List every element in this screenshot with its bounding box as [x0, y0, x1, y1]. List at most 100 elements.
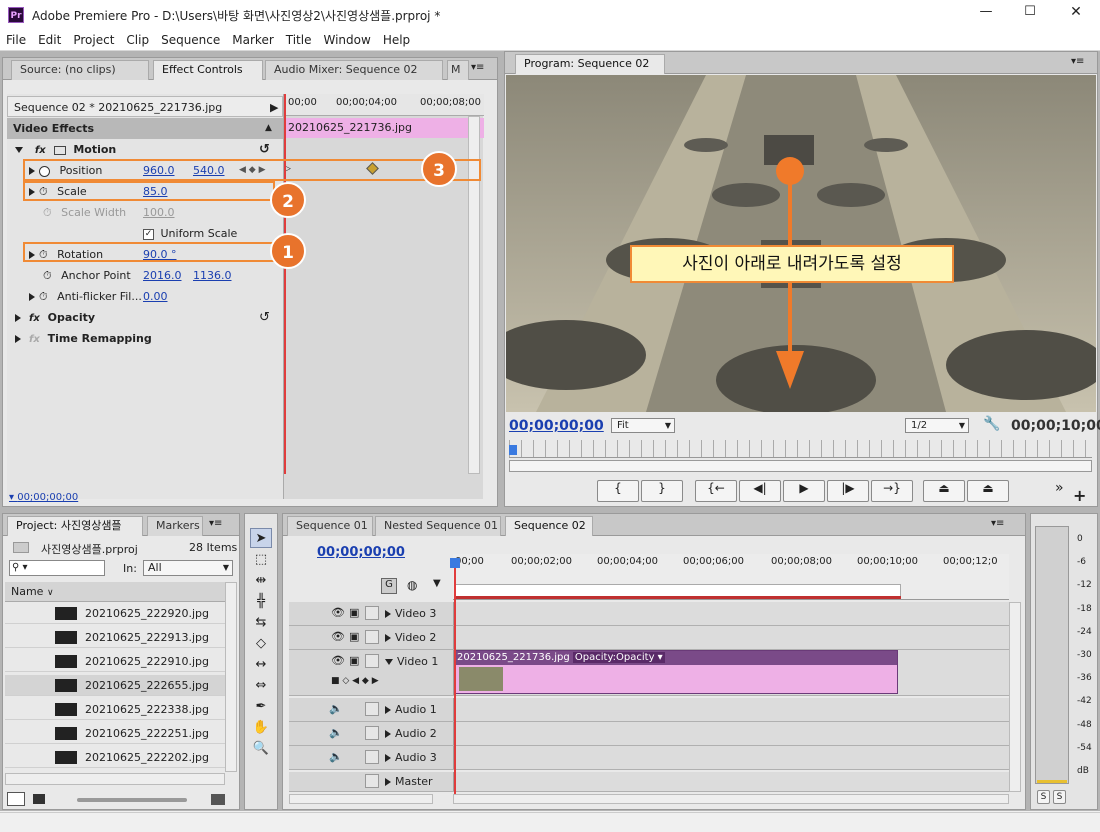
project-vscroll[interactable]	[225, 582, 237, 772]
ec-clip-bar[interactable]: 20210625_221736.jpg	[284, 118, 484, 138]
lock-box[interactable]	[365, 774, 379, 788]
lock-box[interactable]	[365, 726, 379, 740]
anchor-x-value[interactable]: 2016.0	[143, 265, 182, 286]
opacity-row[interactable]: fx Opacity ↺	[7, 307, 283, 328]
play-only-icon[interactable]: ▶	[270, 97, 278, 118]
wrench-icon[interactable]: 🔧	[983, 416, 1000, 432]
lock-box[interactable]	[365, 654, 379, 668]
program-zoom-bar[interactable]	[509, 460, 1092, 472]
track-select-tool-icon[interactable]: ⬚	[250, 550, 272, 570]
rolling-edit-tool-icon[interactable]: ╬	[250, 592, 272, 612]
panel-menu-icon[interactable]: ▾≡	[1071, 56, 1084, 67]
collapse-icon[interactable]: ▲	[265, 118, 272, 139]
more-buttons-icon[interactable]: »	[1055, 480, 1064, 496]
timeline-hscroll-2[interactable]	[453, 794, 1009, 804]
list-item[interactable]: 20210625_222655.jpg	[5, 675, 225, 696]
tab-sequence-01[interactable]: Sequence 01	[287, 516, 373, 536]
tab-project[interactable]: Project: 사진영상샘플	[7, 516, 143, 536]
reset-icon[interactable]: ↺	[259, 307, 270, 328]
fx-icon[interactable]: fx	[35, 145, 46, 156]
ec-timecode[interactable]: ▾ 00;00;00;00	[9, 492, 78, 503]
lift-button[interactable]: ⏏	[923, 480, 965, 502]
list-item[interactable]: 20210625_222913.jpg	[5, 627, 225, 648]
marker-globe-icon[interactable]: ◍	[407, 578, 417, 592]
time-remap-row[interactable]: fx Time Remapping	[7, 328, 283, 349]
tab-effect-controls[interactable]: Effect Controls	[153, 60, 263, 80]
menu-sequence[interactable]: Sequence	[155, 30, 226, 51]
list-view-icon[interactable]	[7, 792, 25, 806]
go-to-in-button[interactable]: {←	[695, 480, 737, 502]
tab-nested-sequence[interactable]: Nested Sequence 01	[375, 516, 501, 536]
maximize-button[interactable]: ☐	[1020, 4, 1040, 19]
program-timecode[interactable]: 00;00;00;00	[509, 418, 604, 434]
lock-box[interactable]	[365, 606, 379, 620]
lock-box[interactable]	[365, 750, 379, 764]
keyframe-nav-icon[interactable]: ■ ◇ ◀ ◆ ▶	[331, 676, 379, 686]
panel-menu-icon[interactable]: ▾≡	[209, 518, 222, 529]
zoom-tool-icon[interactable]: 🔍	[250, 739, 272, 759]
program-ruler[interactable]	[509, 440, 1092, 458]
uniform-scale-checkbox[interactable]: ✓	[143, 228, 154, 240]
snap-icon[interactable]: G	[381, 578, 397, 594]
step-forward-button[interactable]: |▶	[827, 480, 869, 502]
antiflicker-value[interactable]: 0.00	[143, 286, 168, 307]
slip-tool-icon[interactable]: ↔	[250, 655, 272, 675]
hand-tool-icon[interactable]: ✋	[250, 718, 272, 738]
film-icon[interactable]: ▣	[349, 606, 359, 619]
razor-tool-icon[interactable]: ◇	[250, 634, 272, 654]
tab-more[interactable]: M	[447, 60, 469, 80]
menu-marker[interactable]: Marker	[226, 30, 279, 51]
solo-right-button[interactable]: S	[1053, 790, 1066, 804]
playhead-handle-icon[interactable]	[450, 558, 460, 568]
mark-out-button[interactable]: }	[641, 480, 683, 502]
menu-clip[interactable]: Clip	[120, 30, 155, 51]
eye-icon[interactable]: 👁	[331, 630, 345, 643]
icon-view-icon[interactable]	[33, 794, 45, 804]
list-item[interactable]: 20210625_222910.jpg	[5, 651, 225, 672]
selection-tool-icon[interactable]: ➤	[250, 528, 272, 548]
tab-markers[interactable]: Markers	[147, 516, 203, 536]
tab-source[interactable]: Source: (no clips)	[11, 60, 149, 80]
program-playhead-icon[interactable]	[509, 445, 517, 455]
timeline-ruler[interactable]: 00;00 00;00;02;00 00;00;04;00 00;00;06;0…	[453, 554, 1009, 600]
eye-icon[interactable]: 👁	[331, 606, 345, 619]
ripple-edit-tool-icon[interactable]: ⇹	[250, 571, 272, 591]
pen-tool-icon[interactable]: ✒	[250, 697, 272, 717]
timeline-timecode[interactable]: 00;00;00;00	[317, 545, 405, 560]
lock-box[interactable]	[365, 702, 379, 716]
anchor-y-value[interactable]: 1136.0	[193, 265, 232, 286]
extract-button[interactable]: ⏏	[967, 480, 1009, 502]
menu-file[interactable]: File	[0, 30, 32, 51]
reset-icon[interactable]: ↺	[259, 139, 270, 160]
set-marker-icon[interactable]: ▼	[433, 578, 441, 589]
film-icon[interactable]: ▣	[349, 630, 359, 643]
speaker-icon[interactable]: 🔈	[329, 726, 343, 739]
list-item[interactable]: 20210625_222251.jpg	[5, 723, 225, 744]
project-search-input[interactable]: ⚲ ▾	[9, 560, 105, 576]
close-button[interactable]: ✕	[1066, 4, 1086, 20]
lock-box[interactable]	[365, 630, 379, 644]
list-item[interactable]: 20210625_222202.jpg	[5, 747, 225, 768]
menu-help[interactable]: Help	[377, 30, 416, 51]
panel-menu-icon[interactable]: ▾≡	[471, 62, 484, 73]
menu-window[interactable]: Window	[317, 30, 376, 51]
timeline-playhead[interactable]	[454, 562, 456, 794]
tab-audio-mixer[interactable]: Audio Mixer: Sequence 02	[265, 60, 443, 80]
stopwatch-icon[interactable]: ⏱	[39, 290, 48, 303]
zoom-slider[interactable]	[77, 798, 187, 802]
opacity-dropdown[interactable]: Opacity:Opacity ▾	[572, 652, 665, 663]
add-button-icon[interactable]: +	[1073, 486, 1086, 505]
menu-title[interactable]: Title	[280, 30, 318, 51]
list-item[interactable]: 20210625_222920.jpg	[5, 603, 225, 624]
eye-icon[interactable]: 👁	[331, 654, 345, 667]
stopwatch-icon[interactable]: ⏱	[43, 269, 52, 282]
play-button[interactable]: ▶	[783, 480, 825, 502]
timeline-hscroll[interactable]	[289, 794, 433, 804]
menu-edit[interactable]: Edit	[32, 30, 67, 51]
rate-stretch-tool-icon[interactable]: ⇆	[250, 613, 272, 633]
resolution-dropdown[interactable]: 1/2 ▼	[905, 418, 969, 433]
speaker-icon[interactable]: 🔈	[329, 750, 343, 763]
mark-in-button[interactable]: {	[597, 480, 639, 502]
tab-sequence-02[interactable]: Sequence 02	[505, 516, 593, 536]
panel-menu-icon[interactable]: ▾≡	[991, 518, 1004, 529]
